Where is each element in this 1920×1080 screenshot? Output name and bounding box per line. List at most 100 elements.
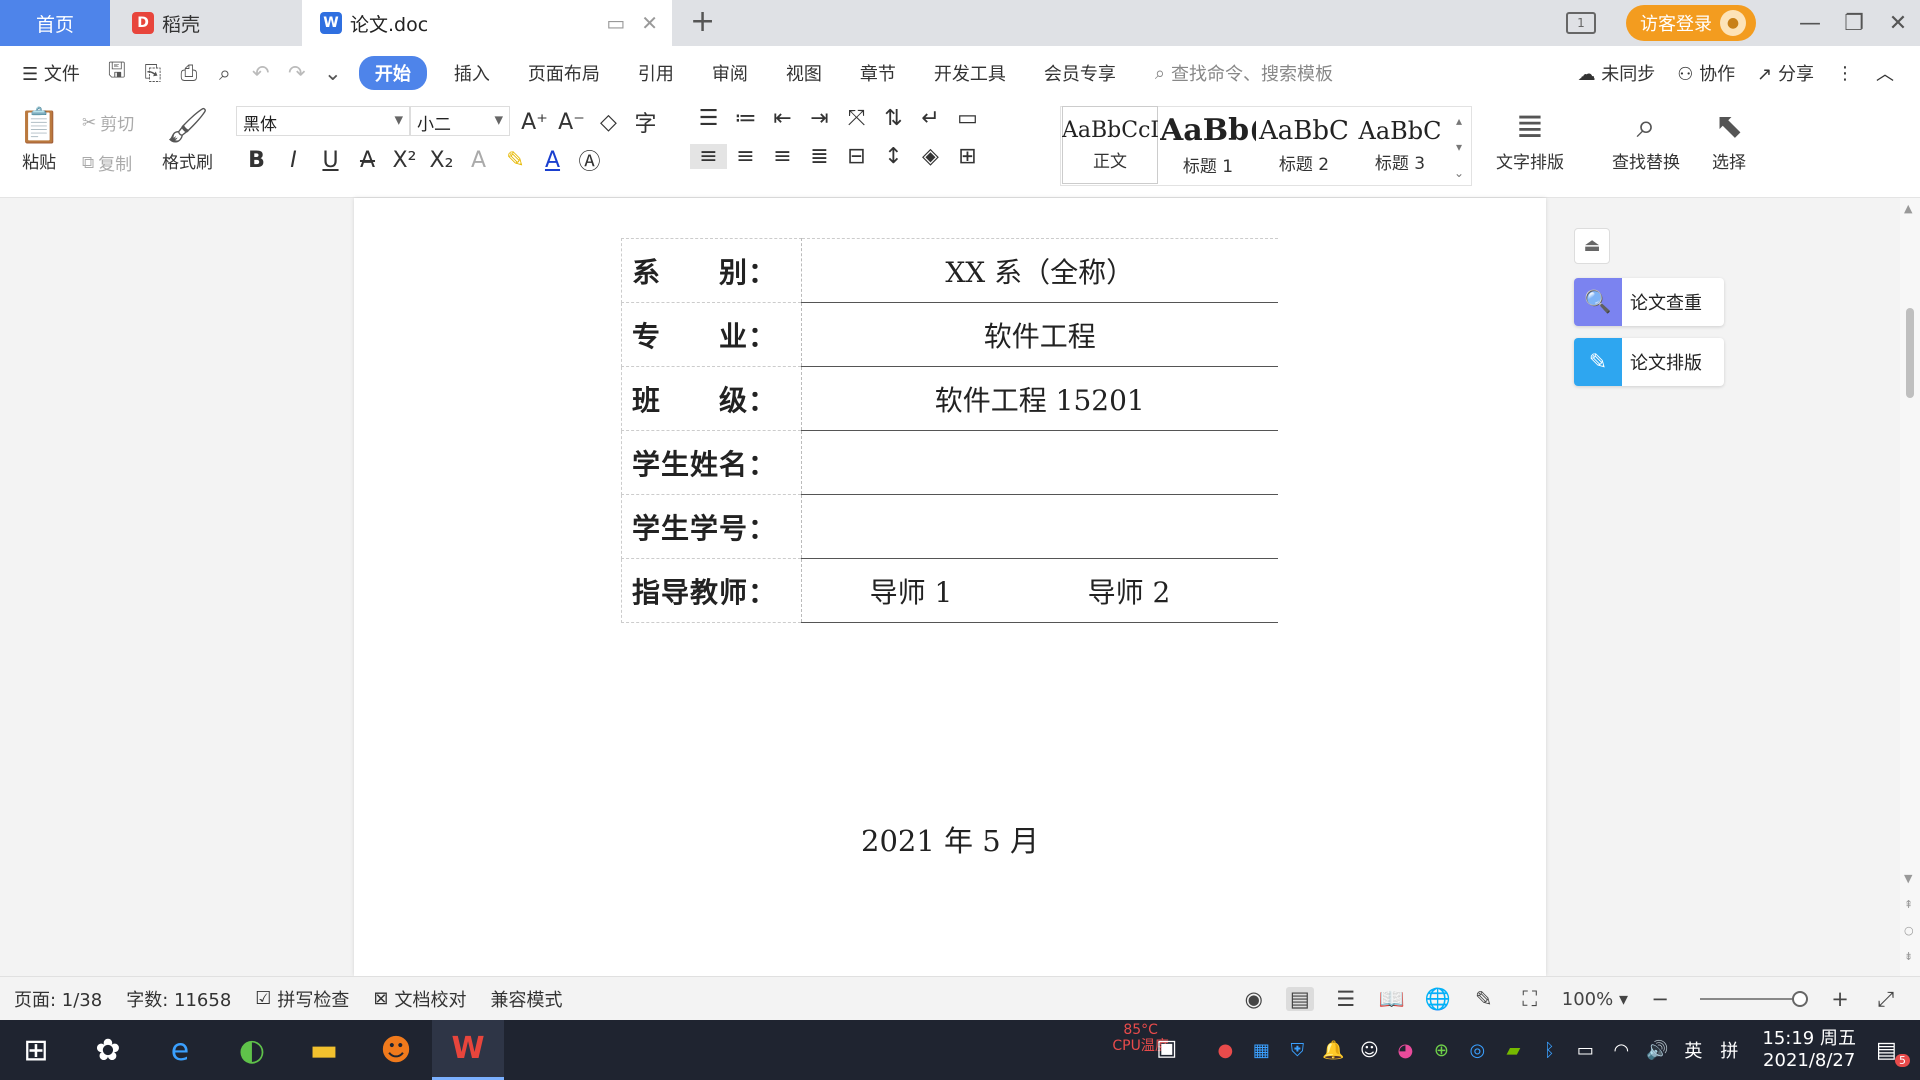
volume-icon[interactable]: 🔊 [1644, 1040, 1670, 1061]
fit-page-icon[interactable]: ⛶ [1516, 987, 1544, 1012]
outline-view-icon[interactable]: ☰ [1332, 987, 1360, 1011]
prev-page-icon[interactable]: ⇞ [1904, 898, 1913, 911]
strikethrough-icon[interactable]: A [349, 148, 386, 173]
style-scroll-up-icon[interactable]: ▴ [1454, 108, 1464, 134]
font-name-select[interactable]: 黑体 ▾ [236, 106, 410, 136]
bell-icon[interactable]: 🔔 [1320, 1040, 1346, 1061]
next-page-icon[interactable]: ⇟ [1904, 950, 1913, 963]
shrink-font-icon[interactable]: A⁻ [553, 110, 590, 135]
clear-format-icon[interactable]: ◇ [590, 110, 627, 135]
print-preview-icon[interactable]: ⌕ [207, 61, 243, 86]
page-view-icon[interactable]: ▤ [1285, 987, 1314, 1011]
bold-icon[interactable]: B [238, 148, 275, 173]
bullets-icon[interactable]: ☰ [690, 106, 727, 131]
italic-icon[interactable]: I [275, 148, 312, 173]
tab-daoke[interactable]: D 稻壳 [110, 0, 302, 46]
vertical-scrollbar[interactable]: ▲ ▼ ⇞ ○ ⇟ [1900, 198, 1920, 976]
superscript-icon[interactable]: X² [386, 148, 423, 173]
line-spacing-icon[interactable]: ↕ [875, 144, 912, 169]
align-center-icon[interactable]: ≡ [727, 144, 764, 169]
share-button[interactable]: ↗ 分享 [1757, 60, 1814, 86]
thesis-check-button[interactable]: 🔍 论文查重 [1574, 278, 1724, 326]
subscript-icon[interactable]: X₂ [423, 148, 460, 173]
menu-developer[interactable]: 开发工具 [915, 60, 1025, 86]
more-icon[interactable]: ⋮ [1836, 63, 1854, 84]
minimize-icon[interactable]: — [1788, 11, 1832, 36]
menu-references[interactable]: 引用 [619, 60, 693, 86]
tray-chat-icon[interactable]: ◕ [1392, 1040, 1418, 1061]
nvidia-icon[interactable]: ▰ [1500, 1040, 1526, 1061]
style-heading-1[interactable]: AaBb( 标题 1 [1160, 106, 1256, 184]
cpu-temp-widget[interactable]: 85°C CPU温度 ▣ [1112, 1020, 1202, 1080]
style-scroll-down-icon[interactable]: ▾ [1454, 134, 1464, 160]
style-normal[interactable]: AaBbCcI 正文 [1062, 106, 1158, 184]
taskbar-ie[interactable]: e [144, 1020, 216, 1080]
panel-collapse-icon[interactable]: ⏏ [1574, 228, 1610, 264]
customize-toolbar-icon[interactable]: ⌄ [315, 61, 351, 85]
print-icon[interactable]: ⎙ [171, 61, 207, 86]
scroll-up-arrow-icon[interactable]: ▲ [1904, 202, 1912, 215]
scrollbar-thumb[interactable] [1906, 308, 1914, 398]
file-menu[interactable]: ☰ 文件 [0, 60, 99, 86]
style-more-icon[interactable]: ⌄ [1454, 160, 1464, 186]
bluetooth-icon[interactable]: ᛒ [1536, 1040, 1562, 1061]
write-mode-icon[interactable]: ✎ [1470, 987, 1498, 1011]
ruler-icon[interactable]: ▭ [949, 106, 986, 131]
taskbar-wps[interactable]: W [432, 1020, 504, 1080]
copy-button[interactable]: ⧉ 复制 [82, 150, 132, 176]
document-page[interactable]: 系 别： XX 系（全称） 专 业： 软件工程 班 级： 软件工程 15201 … [354, 198, 1546, 976]
underline-icon[interactable]: U [312, 148, 349, 173]
tab-document[interactable]: W 论文.doc ▭ ✕ [302, 0, 672, 46]
zoom-out-icon[interactable]: − [1646, 987, 1674, 1011]
show-marks-icon[interactable]: ↵ [912, 106, 949, 131]
major-value[interactable]: 软件工程 [801, 302, 1278, 367]
system-clock[interactable]: 15:19 周五 2021/8/27 [1762, 1028, 1856, 1072]
reading-mode-icon[interactable]: 1 [1566, 12, 1596, 34]
close-window-icon[interactable]: ✕ [1876, 11, 1920, 36]
char-border-icon[interactable]: Ⓐ [571, 144, 608, 176]
text-layout-button[interactable]: ≣ 文字排版 [1496, 104, 1564, 173]
redo-icon[interactable]: ↷ [279, 61, 315, 85]
fullscreen-icon[interactable]: ⤢ [1872, 987, 1900, 1012]
tray-plus-icon[interactable]: ⊕ [1428, 1040, 1454, 1061]
collaborate-button[interactable]: ⚇ 协作 [1677, 60, 1735, 86]
taskbar-explorer[interactable]: ▬ [288, 1020, 360, 1080]
new-tab-button[interactable]: + [690, 4, 715, 39]
web-view-icon[interactable]: 🌐 [1424, 987, 1452, 1012]
battery-icon[interactable]: ▭ [1572, 1040, 1598, 1061]
notification-center[interactable]: ▤ 5 [1876, 1038, 1910, 1067]
collapse-ribbon-icon[interactable]: ︿ [1876, 60, 1894, 86]
wifi-icon[interactable]: ◠ [1608, 1040, 1634, 1061]
tray-app-icon[interactable]: ● [1212, 1040, 1238, 1061]
ime-language[interactable]: 英 [1680, 1037, 1706, 1063]
shading-icon[interactable]: ◈ [912, 144, 949, 169]
export-icon[interactable]: ⎘ [135, 61, 171, 86]
menu-chapter[interactable]: 章节 [841, 60, 915, 86]
grow-font-icon[interactable]: A⁺ [516, 110, 553, 135]
start-button[interactable]: ⊞ [0, 1020, 72, 1080]
scroll-down-arrow-icon[interactable]: ▼ [1904, 872, 1912, 885]
tray-photo-icon[interactable]: ▦ [1248, 1040, 1274, 1061]
taskbar-app-1[interactable]: ✿ [72, 1020, 144, 1080]
tray-circle-icon[interactable]: ◎ [1464, 1040, 1490, 1061]
save-icon[interactable]: 🖫 [99, 56, 135, 91]
distribute-icon[interactable]: ⊟ [838, 144, 875, 169]
chinese-layout-icon[interactable]: ⤧ [838, 106, 875, 131]
student-name-value[interactable] [801, 430, 1278, 495]
undo-icon[interactable]: ↶ [243, 61, 279, 85]
page-indicator[interactable]: 页面: 1/38 [14, 986, 102, 1012]
numbering-icon[interactable]: ≔ [727, 106, 764, 131]
zoom-slider-knob[interactable] [1792, 991, 1808, 1007]
restore-icon[interactable]: ❐ [1832, 11, 1876, 36]
zoom-slider[interactable] [1700, 991, 1808, 1007]
font-color-icon[interactable]: A [534, 148, 571, 173]
qq-icon[interactable]: ☺ [1356, 1040, 1382, 1061]
word-count[interactable]: 字数: 11658 [126, 986, 231, 1012]
font-size-select[interactable]: 小二 ▾ [410, 106, 510, 136]
shield-icon[interactable]: ⛨ [1284, 1040, 1310, 1061]
close-tab-icon[interactable]: ✕ [641, 11, 658, 35]
menu-page-layout[interactable]: 页面布局 [509, 60, 619, 86]
advisor-value[interactable]: 导师 1 导师 2 [801, 558, 1278, 623]
eye-protection-icon[interactable]: ◉ [1240, 987, 1268, 1011]
ime-mode[interactable]: 拼 [1716, 1037, 1742, 1063]
